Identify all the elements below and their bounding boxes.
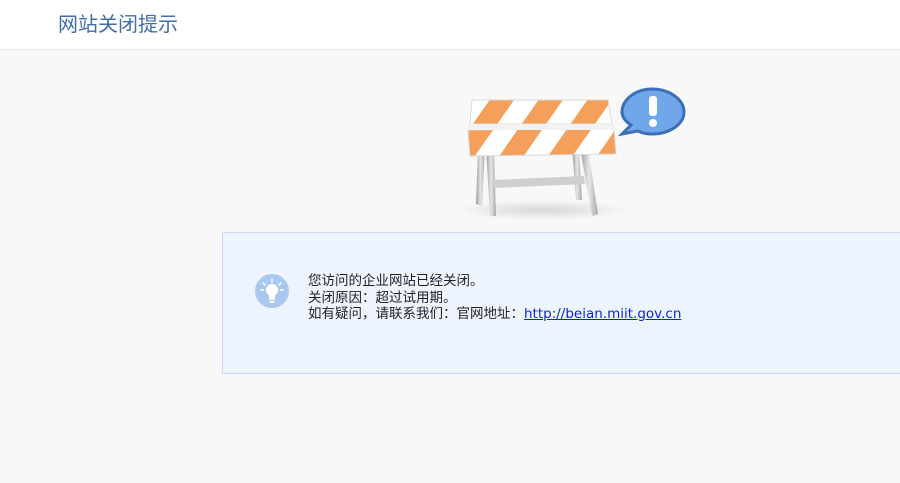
closed-illustration [452,84,692,224]
official-site-link[interactable]: http://beian.miit.gov.cn [524,306,681,322]
contact-prefix: 如有疑问，请联系我们：官网地址： [308,306,524,322]
exclamation-bubble-icon [617,87,686,137]
top-header-bar: 网站关闭提示 [0,0,900,50]
barrier-icon [454,87,686,220]
notice-panel: 您访问的企业网站已经关闭。 关闭原因：超过试用期。 如有疑问，请联系我们：官网地… [222,232,900,374]
page-title: 网站关闭提示 [58,12,178,36]
notice-line-contact: 如有疑问，请联系我们：官网地址：http://beian.miit.gov.cn [308,306,681,323]
notice-line-reason: 关闭原因：超过试用期。 [308,289,457,306]
notice-line-closed: 您访问的企业网站已经关闭。 [308,273,484,289]
lightbulb-icon [254,273,290,309]
notice-message: 您访问的企业网站已经关闭。 关闭原因：超过试用期。 如有疑问，请联系我们：官网地… [308,273,681,323]
